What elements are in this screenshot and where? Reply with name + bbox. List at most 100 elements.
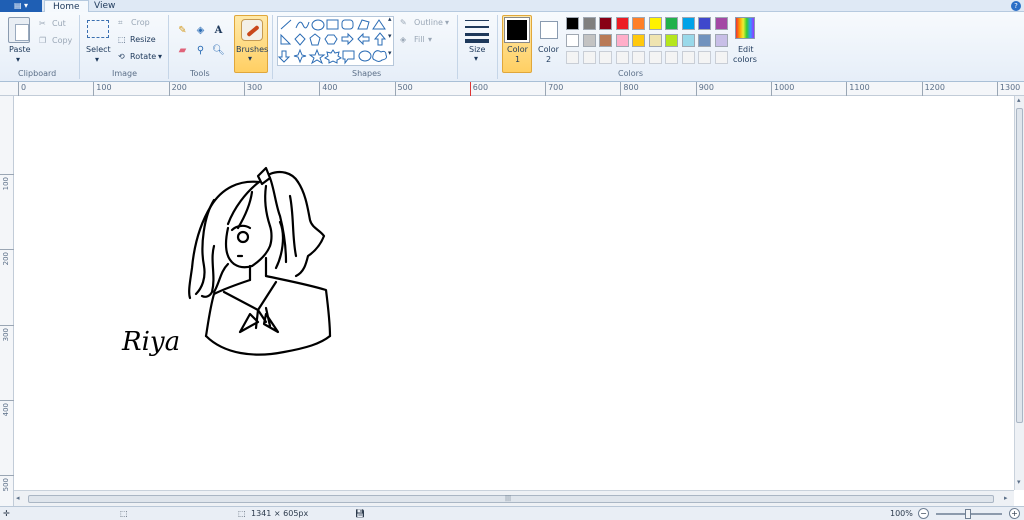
ruler-cursor-marker bbox=[470, 82, 471, 96]
outline-button[interactable]: Outline bbox=[414, 18, 443, 27]
brushes-dropdown-icon[interactable]: ▾ bbox=[248, 54, 252, 63]
fill-bucket-icon[interactable]: ◈ bbox=[193, 23, 208, 38]
palette-swatch[interactable] bbox=[698, 34, 711, 47]
custom-color-slot[interactable] bbox=[599, 51, 612, 64]
scroll-down-icon[interactable]: ▾ bbox=[1017, 478, 1021, 486]
group-label-image: Image bbox=[112, 69, 138, 78]
palette-swatch[interactable] bbox=[632, 17, 645, 30]
ruler-tick: 500 bbox=[394, 82, 413, 96]
palette-swatch[interactable] bbox=[582, 34, 596, 47]
ruler-tick: 100 bbox=[0, 174, 14, 190]
palette-swatch[interactable] bbox=[566, 17, 579, 30]
color-picker-icon[interactable]: ⚲ bbox=[193, 43, 208, 58]
palette-swatch[interactable] bbox=[714, 17, 728, 30]
custom-color-slot[interactable] bbox=[615, 51, 629, 64]
ruler-tick: 300 bbox=[243, 82, 262, 96]
select-dropdown-icon[interactable]: ▾ bbox=[95, 55, 99, 64]
palette-swatch[interactable] bbox=[665, 17, 678, 30]
palette-swatch[interactable] bbox=[714, 34, 728, 47]
divider bbox=[79, 15, 80, 79]
palette-swatch[interactable] bbox=[698, 17, 711, 30]
edit-colors-icon[interactable] bbox=[735, 17, 755, 39]
palette-swatch[interactable] bbox=[615, 17, 629, 30]
horizontal-scroll-thumb[interactable]: ||| bbox=[28, 495, 994, 503]
size-dropdown-icon[interactable]: ▾ bbox=[474, 54, 478, 63]
palette-swatch[interactable] bbox=[648, 17, 662, 30]
copy-button[interactable]: Copy bbox=[52, 36, 72, 45]
rotate-icon: ⟲ bbox=[118, 52, 125, 61]
paste-dropdown-icon[interactable]: ▾ bbox=[16, 55, 20, 64]
edit-colors-button[interactable]: Edit bbox=[738, 45, 754, 54]
zoom-in-button[interactable]: + bbox=[1009, 508, 1020, 519]
shapes-scroll-up-icon[interactable]: ▴ bbox=[388, 15, 392, 23]
fill-dropdown-icon[interactable]: ▾ bbox=[428, 35, 432, 44]
custom-color-slot[interactable] bbox=[632, 51, 645, 64]
custom-color-slot[interactable] bbox=[665, 51, 678, 64]
custom-color-slot[interactable] bbox=[714, 51, 728, 64]
custom-color-slot[interactable] bbox=[648, 51, 662, 64]
palette-swatch[interactable] bbox=[681, 17, 695, 30]
rect-callout-shape-icon bbox=[342, 50, 355, 65]
palette-swatch[interactable] bbox=[615, 34, 629, 47]
scroll-right-icon[interactable]: ▸ bbox=[1004, 494, 1008, 502]
rotate-button[interactable]: Rotate bbox=[130, 52, 156, 61]
color-1-number: 1 bbox=[515, 55, 521, 64]
custom-color-slot[interactable] bbox=[681, 51, 695, 64]
pencil-icon[interactable]: ✎ bbox=[175, 23, 190, 38]
paste-icon[interactable] bbox=[8, 17, 30, 43]
ruler-tick: 0 bbox=[18, 82, 26, 96]
palette-swatch[interactable] bbox=[648, 34, 662, 47]
divider bbox=[497, 15, 498, 79]
size-icon[interactable] bbox=[465, 18, 489, 43]
scroll-up-icon[interactable]: ▴ bbox=[1017, 96, 1021, 104]
brushes-button[interactable] bbox=[234, 15, 268, 73]
shapes-scroll-down-icon[interactable]: ▾ bbox=[388, 32, 392, 40]
size-button[interactable]: Size bbox=[469, 45, 485, 54]
zoom-slider-thumb[interactable] bbox=[965, 509, 971, 519]
palette-swatch[interactable] bbox=[566, 34, 579, 47]
drawing-canvas[interactable]: Riya bbox=[14, 96, 1014, 490]
oval-shape-icon bbox=[311, 19, 325, 31]
magnifier-icon[interactable]: 🔍︎ bbox=[211, 43, 226, 58]
vertical-scroll-thumb[interactable] bbox=[1016, 108, 1023, 423]
shapes-gallery[interactable] bbox=[277, 16, 394, 66]
app-menu-button[interactable]: ▤ ▾ bbox=[0, 0, 42, 12]
custom-color-slot[interactable] bbox=[698, 51, 711, 64]
palette-swatch[interactable] bbox=[599, 34, 612, 47]
resize-button[interactable]: Resize bbox=[130, 35, 156, 44]
rectangle-shape-icon bbox=[326, 19, 339, 30]
color-2-button[interactable] bbox=[540, 21, 558, 39]
edit-colors-button-line2[interactable]: colors bbox=[733, 55, 757, 64]
zoom-out-button[interactable]: − bbox=[918, 508, 929, 519]
shapes-more-icon[interactable]: ▾ bbox=[388, 49, 392, 57]
group-label-colors: Colors bbox=[618, 69, 644, 78]
group-label-clipboard: Clipboard bbox=[18, 69, 57, 78]
palette-swatch[interactable] bbox=[665, 34, 678, 47]
outline-icon: ✎ bbox=[400, 18, 407, 27]
eraser-icon[interactable]: ▰ bbox=[175, 43, 190, 58]
fill-button[interactable]: Fill bbox=[414, 35, 425, 44]
crop-button[interactable]: Crop bbox=[131, 18, 150, 27]
horizontal-scrollbar[interactable]: ◂ ||| ▸ bbox=[14, 490, 1014, 506]
text-tool-icon[interactable]: A bbox=[211, 23, 226, 38]
rotate-dropdown-icon[interactable]: ▾ bbox=[158, 52, 162, 61]
select-icon[interactable] bbox=[87, 20, 109, 38]
crop-icon: ⌗ bbox=[118, 18, 123, 27]
pentagon-shape-icon bbox=[309, 33, 321, 46]
help-icon[interactable]: ? bbox=[1011, 1, 1021, 11]
custom-color-slot[interactable] bbox=[582, 51, 596, 64]
ruler-tick: 100 bbox=[93, 82, 112, 96]
down-arrow-shape-icon bbox=[277, 50, 291, 63]
scroll-left-icon[interactable]: ◂ bbox=[16, 494, 20, 502]
select-button[interactable]: Select bbox=[86, 45, 111, 54]
palette-swatch[interactable] bbox=[632, 34, 645, 47]
ruler-tick: 400 bbox=[0, 399, 14, 416]
vertical-scrollbar[interactable]: ▴ ▾ bbox=[1014, 96, 1024, 490]
outline-dropdown-icon[interactable]: ▾ bbox=[445, 18, 449, 27]
palette-swatch[interactable] bbox=[582, 17, 596, 30]
cut-button[interactable]: Cut bbox=[52, 19, 66, 28]
palette-swatch[interactable] bbox=[599, 17, 612, 30]
custom-color-slot[interactable] bbox=[566, 51, 579, 64]
palette-swatch[interactable] bbox=[681, 34, 695, 47]
paste-button[interactable]: Paste bbox=[9, 45, 31, 54]
